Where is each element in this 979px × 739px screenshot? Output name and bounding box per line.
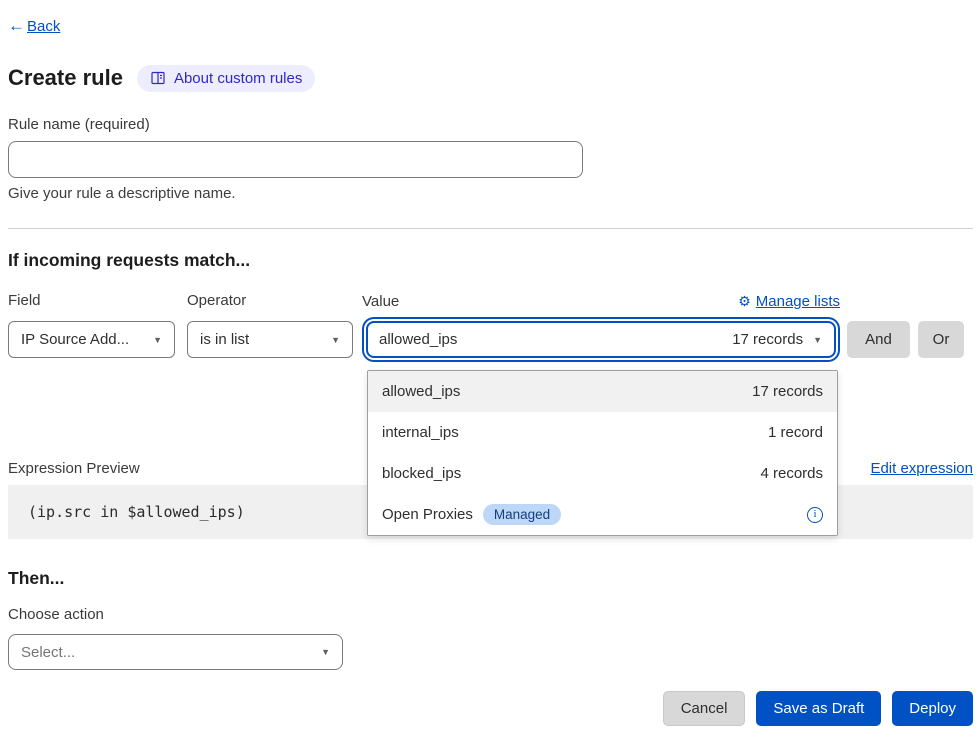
field-label: Field [8,292,187,310]
then-section-heading: Then... [8,568,973,588]
and-button[interactable]: And [847,321,910,358]
match-section-heading: If incoming requests match... [8,250,973,270]
chevron-down-icon: ▼ [813,335,822,345]
manage-lists-link[interactable]: ⚙ Manage lists [738,293,840,310]
action-select-placeholder: Select... [21,644,75,661]
field-select[interactable]: IP Source Add... ▼ [8,321,175,358]
rule-name-helper: Give your rule a descriptive name. [8,185,973,203]
field-select-value: IP Source Add... [21,331,129,348]
list-item-allowed-ips[interactable]: allowed_ips 17 records [368,371,837,412]
section-divider [8,228,973,229]
value-select-wrapper: allowed_ips 17 records ▼ allowed_ips 17 … [366,321,836,358]
operator-select[interactable]: is in list ▼ [187,321,353,358]
list-item-records: 1 record [768,424,823,441]
save-as-draft-button[interactable]: Save as Draft [756,691,881,726]
list-item-open-proxies[interactable]: Open Proxies Managed i [368,494,837,535]
manage-lists-label: Manage lists [756,293,840,310]
value-select-records: 17 records [732,331,803,348]
list-item-blocked-ips[interactable]: blocked_ips 4 records [368,453,837,494]
chevron-down-icon: ▼ [331,335,340,345]
value-select-value: allowed_ips [379,331,457,348]
gear-icon: ⚙ [738,293,751,310]
about-label: About custom rules [174,70,302,87]
managed-badge: Managed [483,504,561,525]
rule-name-input[interactable] [8,141,583,178]
list-item-name: allowed_ips [382,383,460,400]
list-item-internal-ips[interactable]: internal_ips 1 record [368,412,837,453]
list-item-name: internal_ips [382,424,459,441]
operator-select-value: is in list [200,331,249,348]
create-rule-page: ←Back Create rule About custom rules Rul… [0,0,979,726]
cancel-button[interactable]: Cancel [663,691,746,726]
or-button[interactable]: Or [918,321,964,358]
operator-label: Operator [187,292,362,310]
list-item-name: Open Proxies [382,506,473,523]
chevron-down-icon: ▼ [321,647,330,657]
lists-dropdown: allowed_ips 17 records internal_ips 1 re… [367,370,838,536]
back-label: Back [27,18,60,35]
info-icon[interactable]: i [807,507,823,523]
about-custom-rules-link[interactable]: About custom rules [137,65,315,92]
back-link[interactable]: ←Back [8,16,60,36]
book-icon [150,70,166,86]
page-title: Create rule [8,65,123,91]
expression-preview-label: Expression Preview [8,460,140,477]
list-item-records: 17 records [752,383,823,400]
deploy-button[interactable]: Deploy [892,691,973,726]
list-item-records: 4 records [760,465,823,482]
value-label: Value [362,293,399,310]
choose-action-label: Choose action [8,606,973,624]
chevron-down-icon: ▼ [153,335,162,345]
action-select[interactable]: Select... ▼ [8,634,343,670]
expression-code: (ip.src in $allowed_ips) [28,503,245,521]
rule-name-label: Rule name (required) [8,116,973,134]
list-item-name: blocked_ips [382,465,461,482]
edit-expression-link[interactable]: Edit expression [870,460,973,477]
back-arrow-icon: ← [8,16,25,36]
value-select[interactable]: allowed_ips 17 records ▼ [366,321,836,358]
